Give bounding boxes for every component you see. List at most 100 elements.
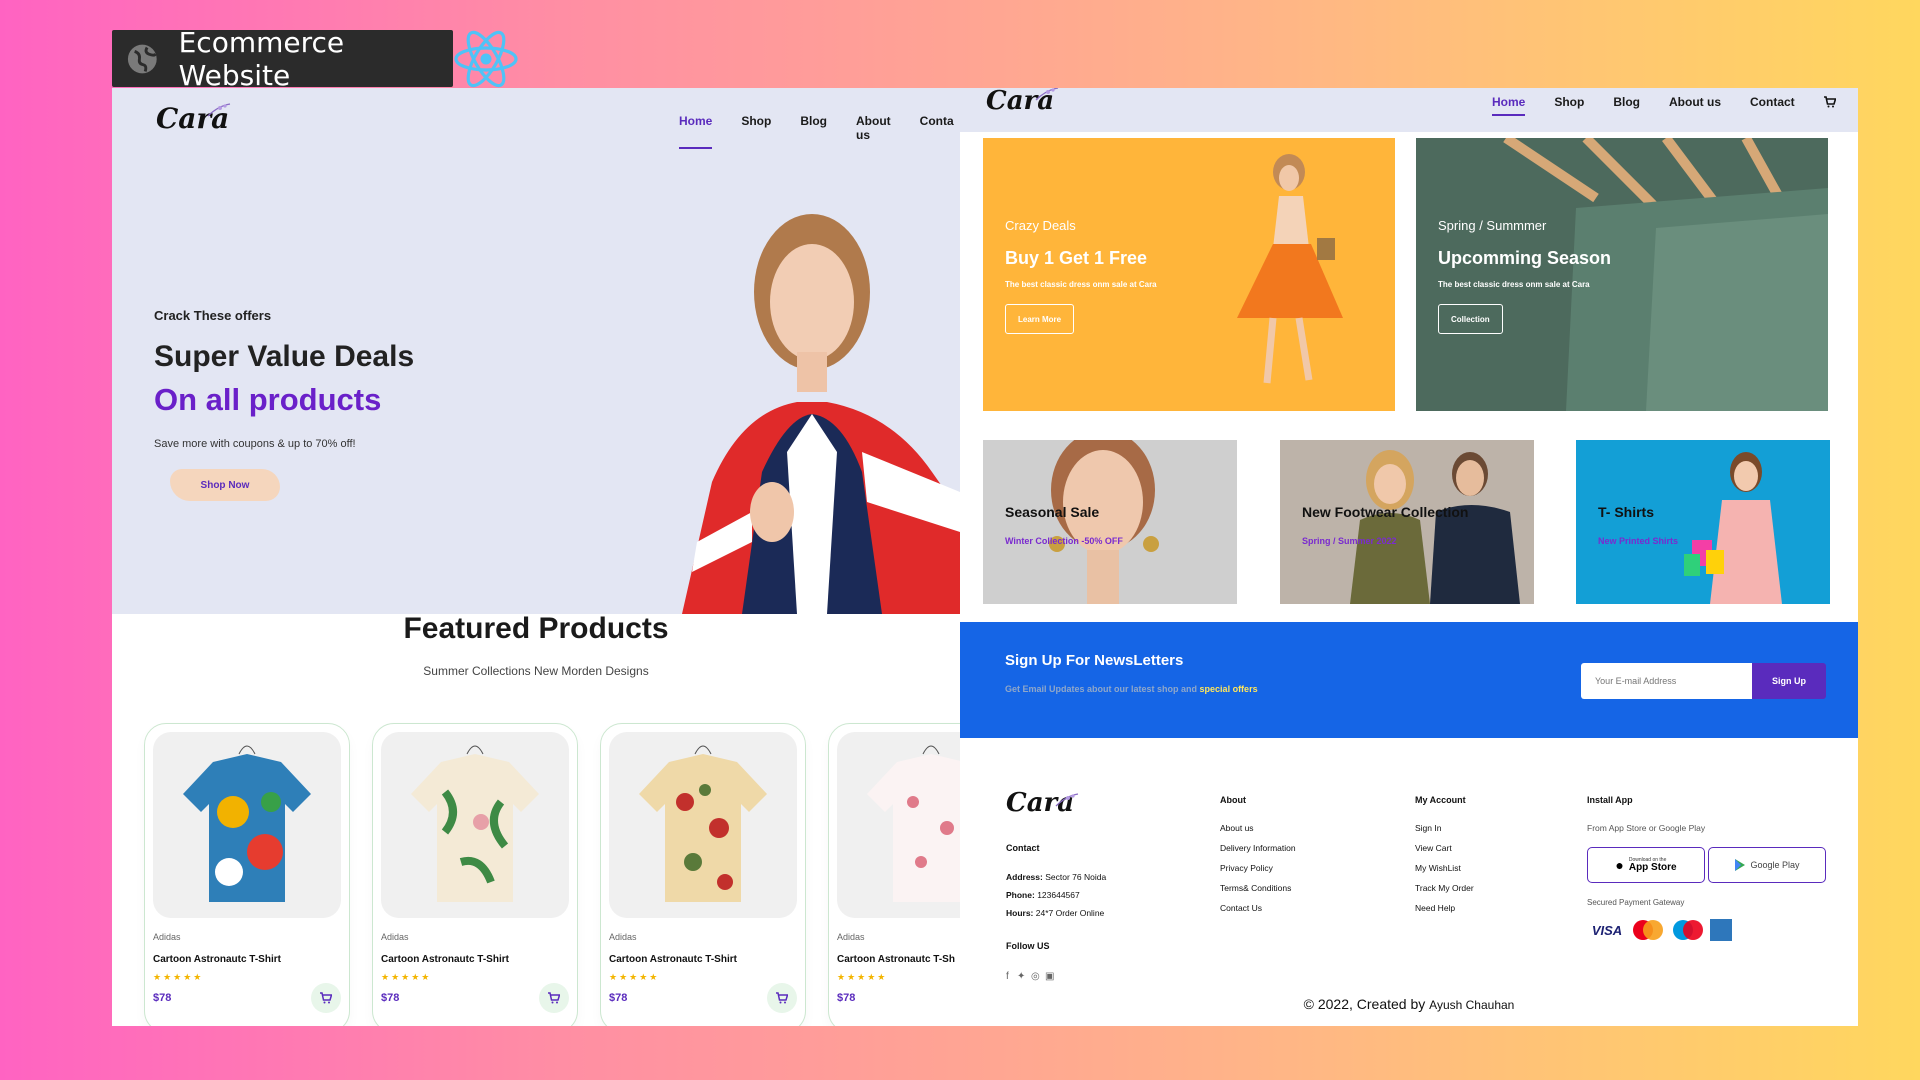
footer-link-wishlist[interactable]: My WishList	[1415, 863, 1461, 873]
maestro-icon	[1670, 919, 1706, 941]
product-image	[609, 732, 797, 918]
footer-link-contact[interactable]: Contact Us	[1220, 903, 1262, 913]
product-card[interactable]: Adidas Cartoon Astronautc T-Sh ★★★★★ $78	[828, 723, 960, 1026]
google-play-label: Google Play	[1750, 860, 1800, 870]
phone-value: 123644567	[1037, 890, 1080, 900]
add-to-cart-button[interactable]	[539, 983, 569, 1013]
footer-address: Address: Sector 76 Noida	[1006, 872, 1106, 882]
left-page-screenshot: Cara Home Shop Blog About us Conta Crack…	[112, 88, 960, 1026]
footer-link-delivery[interactable]: Delivery Information	[1220, 843, 1296, 853]
cart-icon[interactable]	[1823, 96, 1836, 108]
google-play-button[interactable]: Google Play	[1708, 847, 1826, 883]
nav-blog[interactable]: Blog	[800, 114, 827, 142]
footer-link-privacy[interactable]: Privacy Policy	[1220, 863, 1273, 873]
address-label: Address:	[1006, 872, 1043, 882]
product-card[interactable]: Adidas Cartoon Astronautc T-Shirt ★★★★★ …	[600, 723, 806, 1026]
lavender-icon	[1035, 88, 1059, 101]
copyright: © 2022, Created by Ayush Chauhan	[960, 996, 1858, 1012]
product-rating: ★★★★★	[381, 972, 432, 982]
footer-link-cart[interactable]: View Cart	[1415, 843, 1452, 853]
app-store-label: App Store	[1628, 861, 1677, 873]
nav-blog[interactable]: Blog	[1613, 95, 1640, 109]
nav-shop[interactable]: Shop	[1554, 95, 1584, 109]
cart-icon	[320, 992, 332, 1004]
collection-button[interactable]: Collection	[1438, 304, 1503, 334]
visa-icon: VISA	[1591, 922, 1623, 938]
product-brand: Adidas	[837, 932, 865, 942]
banner-footwear: New Footwear Collection Spring / Summer …	[1280, 440, 1534, 604]
newsletter-section: Sign Up For NewsLetters Get Email Update…	[960, 622, 1858, 738]
product-rating: ★★★★★	[609, 972, 660, 982]
newsletter-title: Sign Up For NewsLetters	[1005, 652, 1184, 669]
footer-install-heading: Install App	[1587, 795, 1633, 805]
banner-seasonal-sale: Seasonal Sale Winter Collection -50% OFF	[983, 440, 1237, 604]
hero-model-image	[682, 214, 960, 614]
banner-text: The best classic dress onm sale at Cara	[1005, 280, 1157, 289]
nav-contact[interactable]: Conta	[920, 114, 954, 142]
nav-contact[interactable]: Contact	[1750, 95, 1795, 109]
payment-text: Secured Payment Gateway	[1587, 898, 1685, 907]
app-store-button[interactable]: ● Download on the App Store	[1587, 847, 1705, 883]
nav-about[interactable]: About us	[1669, 95, 1721, 109]
banner-title: Seasonal Sale	[1005, 504, 1100, 520]
product-card[interactable]: Adidas Cartoon Astronautc T-Shirt ★★★★★ …	[144, 723, 350, 1026]
hero-title-accent: On all products	[154, 382, 382, 417]
footer-link-signin[interactable]: Sign In	[1415, 823, 1441, 833]
product-brand: Adidas	[153, 932, 181, 942]
nav-about[interactable]: About us	[856, 114, 891, 142]
banner-subtitle: Winter Collection -50% OFF	[1005, 536, 1123, 546]
right-page-screenshot: Cara Home Shop Blog About us Contact Cra…	[960, 88, 1858, 1026]
nav-home[interactable]: Home	[679, 114, 713, 149]
banner-title: New Footwear Collection	[1302, 504, 1469, 520]
banner-subtitle: New Printed Shirts	[1598, 536, 1679, 546]
banner-kicker: Crazy Deals	[1005, 218, 1076, 233]
add-to-cart-button[interactable]	[311, 983, 341, 1013]
google-play-icon	[1735, 859, 1746, 871]
nav-home[interactable]: Home	[1492, 95, 1526, 116]
product-name: Cartoon Astronautc T-Shirt	[609, 954, 737, 965]
banner-subtitle: Spring / Summer 2022	[1302, 536, 1397, 546]
copyright-text: © 2022, Created by	[1303, 996, 1426, 1012]
banner-title: Buy 1 Get 1 Free	[1005, 248, 1148, 268]
banner-upcoming-season: Spring / Summmer Upcomming Season The be…	[1416, 138, 1828, 411]
footer-about-heading: About	[1220, 795, 1246, 805]
nav-shop[interactable]: Shop	[741, 114, 771, 142]
footer-link-help[interactable]: Need Help	[1415, 903, 1455, 913]
install-text: From App Store or Google Play	[1587, 823, 1706, 833]
product-brand: Adidas	[609, 932, 637, 942]
product-image	[381, 732, 569, 918]
instagram-icon[interactable]: ◎	[1031, 971, 1040, 982]
signup-button[interactable]: Sign Up	[1752, 663, 1826, 699]
email-input[interactable]	[1581, 663, 1752, 699]
shop-now-button[interactable]: Shop Now	[170, 469, 280, 501]
product-name: Cartoon Astronautc T-Shirt	[153, 954, 281, 965]
copyright-author: Ayush Chauhan	[1429, 998, 1515, 1012]
banner-text: The best classic dress onm sale at Cara	[1438, 280, 1590, 289]
hero-section: Crack These offers Super Value Deals On …	[112, 152, 960, 614]
featured-title: Featured Products	[403, 612, 669, 645]
banner-model-image	[1049, 440, 1159, 604]
learn-more-button[interactable]: Learn More	[1005, 304, 1075, 334]
footer-link-terms[interactable]: Terms& Conditions	[1220, 883, 1291, 893]
react-logo-icon	[454, 30, 518, 88]
newsletter-highlight: special offers	[1199, 684, 1258, 694]
cart-icon	[548, 992, 560, 1004]
banner-crazy-deals: Crazy Deals Buy 1 Get 1 Free The best cl…	[983, 138, 1395, 411]
add-to-cart-button[interactable]	[767, 983, 797, 1013]
cart-icon	[776, 992, 788, 1004]
product-name: Cartoon Astronautc T-Sh	[837, 954, 955, 965]
product-name: Cartoon Astronautc T-Shirt	[381, 954, 509, 965]
apple-icon: ●	[1615, 857, 1624, 873]
youtube-icon[interactable]: ▣	[1045, 971, 1054, 982]
facebook-icon[interactable]: f	[1006, 971, 1009, 982]
twitter-icon[interactable]: ✦	[1017, 971, 1025, 982]
product-card[interactable]: Adidas Cartoon Astronautc T-Shirt ★★★★★ …	[372, 723, 578, 1026]
lavender-icon	[1055, 793, 1079, 807]
footer-link-track[interactable]: Track My Order	[1415, 883, 1474, 893]
footer-account-heading: My Account	[1415, 795, 1466, 805]
banner-kicker: Spring / Summmer	[1438, 218, 1547, 233]
product-price: $78	[381, 992, 400, 1004]
footer-link-about[interactable]: About us	[1220, 823, 1254, 833]
lavender-icon	[207, 103, 231, 117]
product-rating: ★★★★★	[837, 972, 888, 982]
